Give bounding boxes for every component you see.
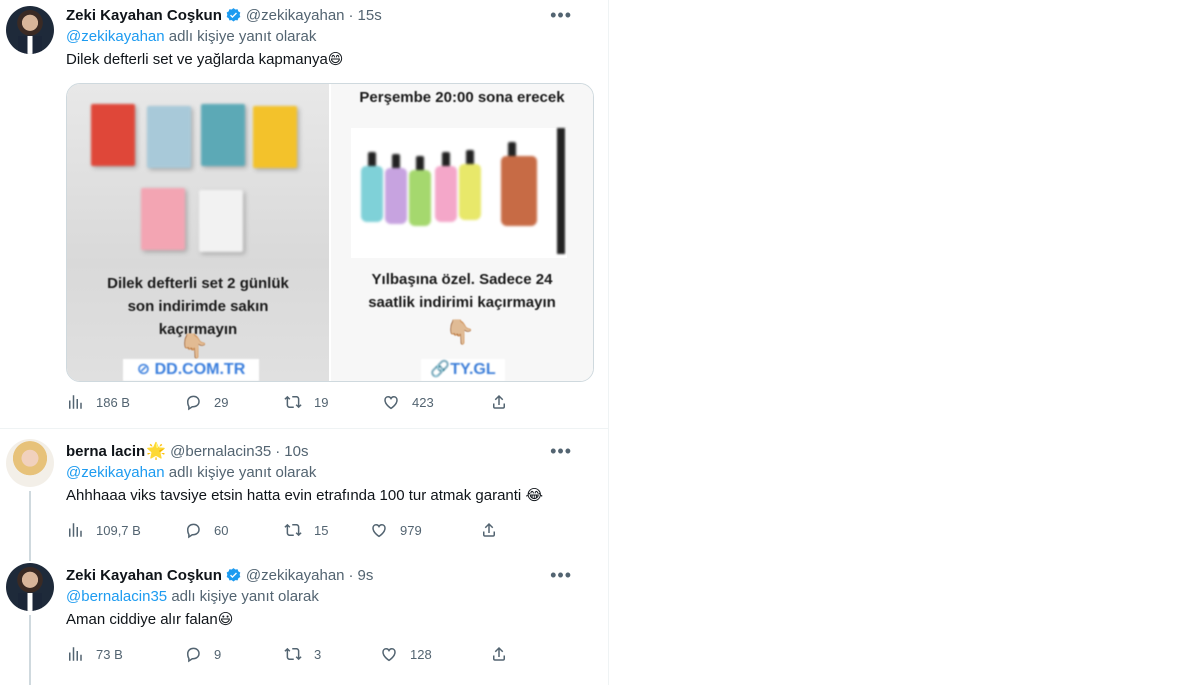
left-link-chip: ⊘ DD.COM.TR — [123, 359, 259, 381]
book-image — [141, 188, 185, 250]
reply-suffix: adlı kişiye yanıt olarak — [171, 588, 319, 605]
avatar[interactable] — [6, 6, 54, 54]
tweet-actions: 186 B 29 19 423 — [66, 393, 520, 411]
timestamp[interactable]: 10s — [284, 443, 308, 460]
pointing-down-emoji-icon: 👇🏼 — [445, 319, 475, 346]
retweet-icon — [284, 523, 302, 537]
share-icon — [493, 646, 505, 661]
retweet-button[interactable]: 15 — [284, 521, 370, 539]
tweet-text-body: Aman ciddiye alır falan — [66, 611, 218, 628]
like-icon — [372, 523, 386, 538]
author-handle[interactable]: @bernalacin35 — [170, 443, 271, 460]
author-name[interactable]: berna lacin — [66, 443, 145, 460]
book-image — [91, 104, 135, 166]
reply-mention-link[interactable]: @bernalacin35 — [66, 588, 167, 605]
reply-button[interactable]: 60 — [184, 521, 284, 539]
share-icon — [493, 394, 505, 409]
more-icon[interactable]: ••• — [550, 441, 572, 462]
views-button[interactable]: 73 B — [66, 645, 184, 663]
more-icon[interactable]: ••• — [550, 5, 572, 26]
reply-icon — [186, 647, 200, 663]
author-handle[interactable]: @zekikayahan — [246, 567, 345, 584]
tweet-text: Ahhhaaa viks tavsiye etsin hatta evin et… — [66, 486, 588, 508]
tweet-1[interactable]: Zeki Kayahan Coşkun @zekikayahan · 15s •… — [0, 0, 608, 428]
verified-badge-icon — [225, 7, 242, 24]
smiley-emoji-icon: 😃 — [217, 611, 234, 628]
like-button[interactable]: 423 — [382, 393, 490, 411]
media-image-left[interactable]: Dilek defterli set 2 günlük son indirimd… — [67, 84, 329, 381]
timestamp[interactable]: 15s — [358, 7, 382, 24]
avatar[interactable] — [6, 439, 54, 487]
thread-line — [29, 555, 31, 561]
timeline-feed: Zeki Kayahan Coşkun @zekikayahan · 15s •… — [0, 0, 609, 685]
book-image — [253, 106, 297, 168]
book-image — [201, 104, 245, 166]
tweet-text-body: Ahhhaaa viks tavsiye etsin hatta evin et… — [66, 487, 522, 504]
reply-icon — [186, 523, 200, 539]
like-button[interactable]: 979 — [370, 521, 480, 539]
book-image — [147, 106, 191, 168]
star-emoji-icon: 🌟 — [146, 443, 167, 460]
share-button[interactable] — [480, 521, 510, 539]
media-image-right[interactable]: Perşembe 20:00 sona erecek Yılbaşına öze… — [329, 84, 593, 381]
avatar[interactable] — [6, 563, 54, 611]
right-link-chip: 🔗TY.GL — [421, 359, 505, 381]
reply-icon — [186, 395, 200, 411]
views-icon — [69, 647, 82, 661]
views-icon — [69, 395, 82, 409]
reply-context: @zekikayahan adlı kişiye yanıt olarak — [66, 28, 588, 48]
product-photo — [351, 128, 567, 258]
left-caption: Dilek defterli set 2 günlük son indirimd… — [107, 275, 289, 338]
like-button[interactable]: 128 — [380, 645, 490, 663]
reply-suffix: adlı kişiye yanıt olarak — [168, 28, 317, 45]
book-image — [199, 190, 243, 252]
retweet-button[interactable]: 3 — [284, 645, 380, 663]
views-icon — [69, 523, 82, 537]
timestamp[interactable]: 9s — [358, 567, 374, 584]
reply-mention-link[interactable]: @zekikayahan — [66, 464, 165, 481]
author-name[interactable]: Zeki Kayahan Coşkun — [66, 567, 222, 584]
tweet-text: Aman ciddiye alır falan😃 — [66, 610, 588, 632]
more-icon[interactable]: ••• — [550, 565, 572, 586]
thread-line — [29, 491, 31, 557]
views-button[interactable]: 186 B — [66, 393, 184, 411]
retweet-button[interactable]: 19 — [284, 393, 382, 411]
tears-of-joy-emoji-icon: 😂 — [525, 487, 543, 504]
reply-suffix: adlı kişiye yanıt olarak — [168, 464, 317, 481]
tweet-3[interactable]: Zeki Kayahan Coşkun @zekikayahan · 9s ••… — [0, 555, 608, 685]
tweet-media[interactable]: Dilek defterli set 2 günlük son indirimd… — [66, 83, 594, 382]
share-button[interactable] — [490, 645, 520, 663]
tweet-text-body: Dilek defterli set ve yağlarda kapmanya — [66, 51, 328, 68]
retweet-icon — [284, 647, 302, 661]
grin-emoji-icon: 😄 — [327, 51, 344, 68]
reply-button[interactable]: 29 — [184, 393, 284, 411]
verified-badge-icon — [225, 567, 242, 584]
reply-button[interactable]: 9 — [184, 645, 284, 663]
like-icon — [382, 647, 396, 662]
tweet-actions: 109,7 B 60 15 979 — [66, 521, 510, 539]
right-caption: Yılbaşına özel. Sadece 24 saatlik indiri… — [368, 271, 556, 311]
reply-context: @zekikayahan adlı kişiye yanıt olarak — [66, 464, 588, 484]
views-button[interactable]: 109,7 B — [66, 521, 184, 539]
share-icon — [483, 522, 495, 537]
author-handle[interactable]: @zekikayahan — [246, 7, 345, 24]
reply-context: @bernalacin35 adlı kişiye yanıt olarak — [66, 588, 588, 608]
pointing-down-emoji-icon: 👇🏼 — [179, 333, 209, 360]
retweet-icon — [284, 395, 302, 409]
tweet-2[interactable]: berna lacin 🌟 @bernalacin35 · 10s ••• @z… — [0, 429, 608, 557]
tweet-text: Dilek defterli set ve yağlarda kapmanya😄 — [66, 50, 588, 72]
author-name[interactable]: Zeki Kayahan Coşkun — [66, 7, 222, 24]
thread-line — [29, 615, 31, 685]
dot-separator: · — [275, 442, 281, 460]
right-header: Perşembe 20:00 sona erecek — [359, 89, 565, 106]
share-button[interactable] — [490, 393, 520, 411]
dot-separator: · — [348, 566, 354, 584]
dot-separator: · — [348, 6, 354, 24]
like-icon — [384, 395, 398, 410]
tweet-actions: 73 B 9 3 128 — [66, 645, 520, 663]
reply-mention-link[interactable]: @zekikayahan — [66, 28, 165, 45]
